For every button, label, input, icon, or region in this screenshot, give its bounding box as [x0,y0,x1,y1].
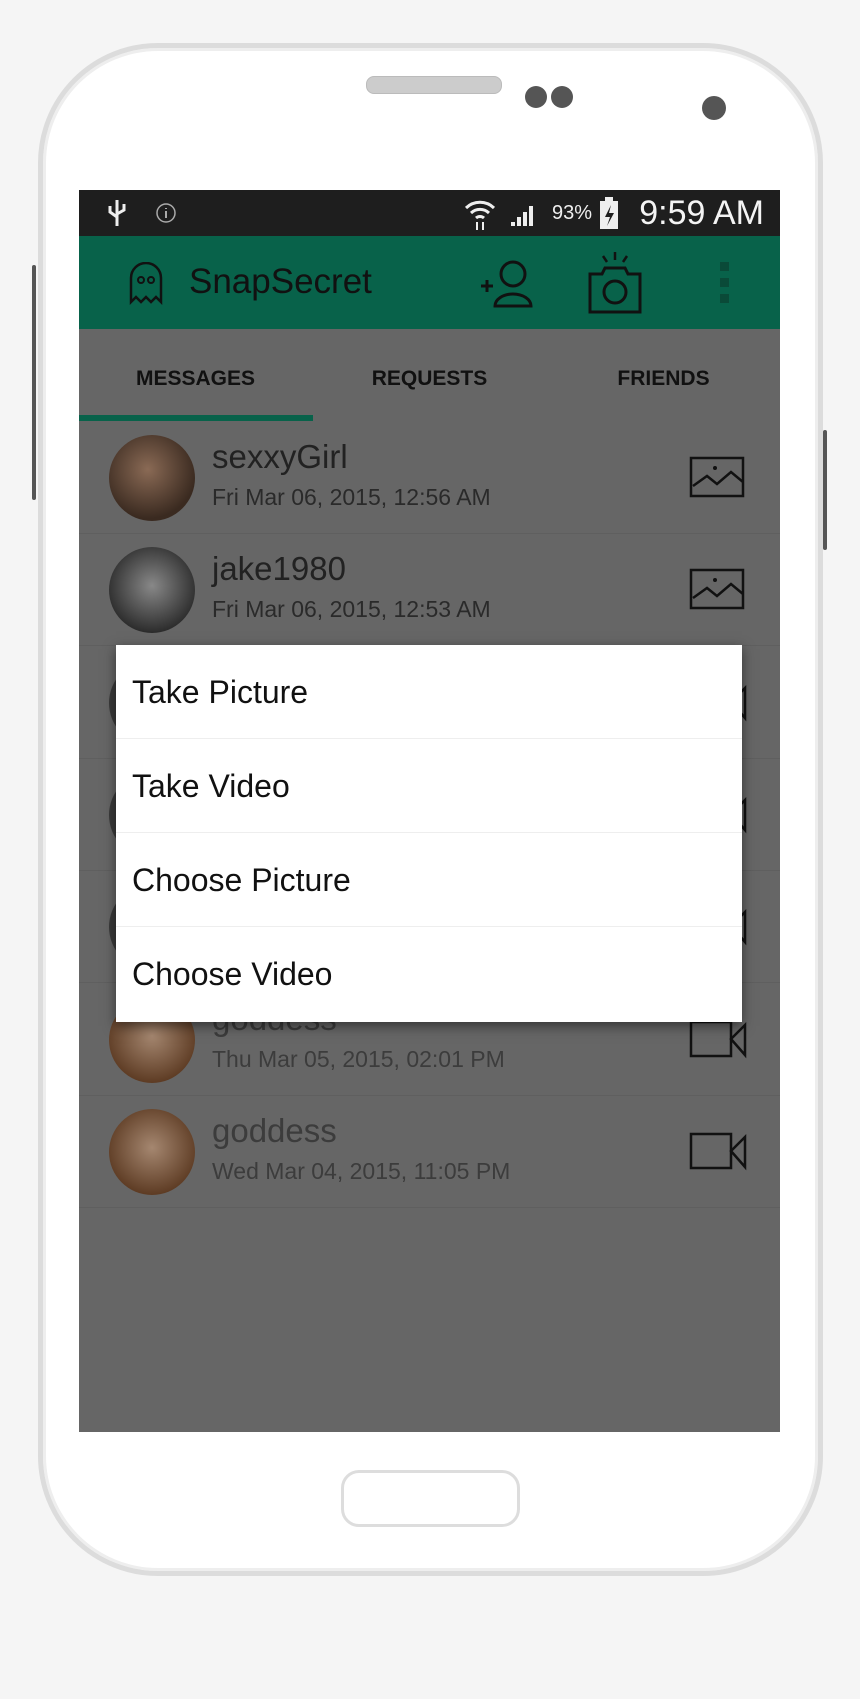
avatar [109,1108,195,1195]
front-camera [702,96,726,120]
power-button [823,430,827,550]
app-title: SnapSecret [189,262,372,301]
info-icon [156,203,176,223]
sender-name: goddess [212,1111,337,1149]
add-friend-icon[interactable] [479,256,539,310]
message-date: Fri Mar 06, 2015, 12:56 AM [212,484,491,510]
sender-name: jake1980 [212,550,346,588]
tab-friends[interactable]: FRIENDS [547,329,780,422]
overflow-menu-icon[interactable] [719,260,731,306]
choose-picture-option[interactable]: Choose Picture [116,833,742,927]
tab-messages[interactable]: MESSAGES [79,329,312,422]
active-tab-indicator [79,415,313,421]
message-date: Fri Mar 06, 2015, 12:53 AM [212,596,491,623]
avatar [109,547,195,634]
earpiece-speaker [366,76,502,94]
message-row[interactable]: sexxyGirl Fri Mar 06, 2015, 12:56 AM [79,422,780,534]
tab-bar: MESSAGES REQUESTS FRIENDS [79,329,780,422]
message-row[interactable]: goddess Wed Mar 04, 2015, 11:05 PM [79,1096,780,1208]
ghost-logo-icon [129,262,163,306]
sensor-dot [525,86,547,108]
battery-percent: 93% [552,202,593,224]
avatar [109,435,195,521]
media-options-dialog: Take Picture Take Video Choose Picture C… [116,645,742,1022]
volume-button [32,265,36,500]
choose-video-option[interactable]: Choose Video [116,927,742,1021]
app-toolbar: SnapSecret [79,236,780,329]
battery-charging-icon [600,197,618,229]
tab-requests[interactable]: REQUESTS [313,329,546,422]
camera-icon[interactable] [587,250,643,314]
image-icon [689,456,745,498]
sensor-dot [551,86,573,108]
sender-name: sexxyGirl [212,438,348,475]
signal-icon [511,206,533,226]
message-date: Thu Mar 05, 2015, 02:01 PM [212,1045,505,1072]
status-bar: 93% 9:59 AM [79,190,780,236]
home-button[interactable] [341,1470,520,1527]
take-picture-option[interactable]: Take Picture [116,645,742,739]
message-row[interactable]: jake1980 Fri Mar 06, 2015, 12:53 AM [79,534,780,647]
usb-icon [108,200,126,226]
video-icon [689,1132,747,1171]
message-date: Wed Mar 04, 2015, 11:05 PM [212,1157,511,1184]
clock: 9:59 AM [639,194,764,232]
wifi-icon [464,200,496,230]
take-video-option[interactable]: Take Video [116,739,742,833]
image-icon [689,569,745,610]
